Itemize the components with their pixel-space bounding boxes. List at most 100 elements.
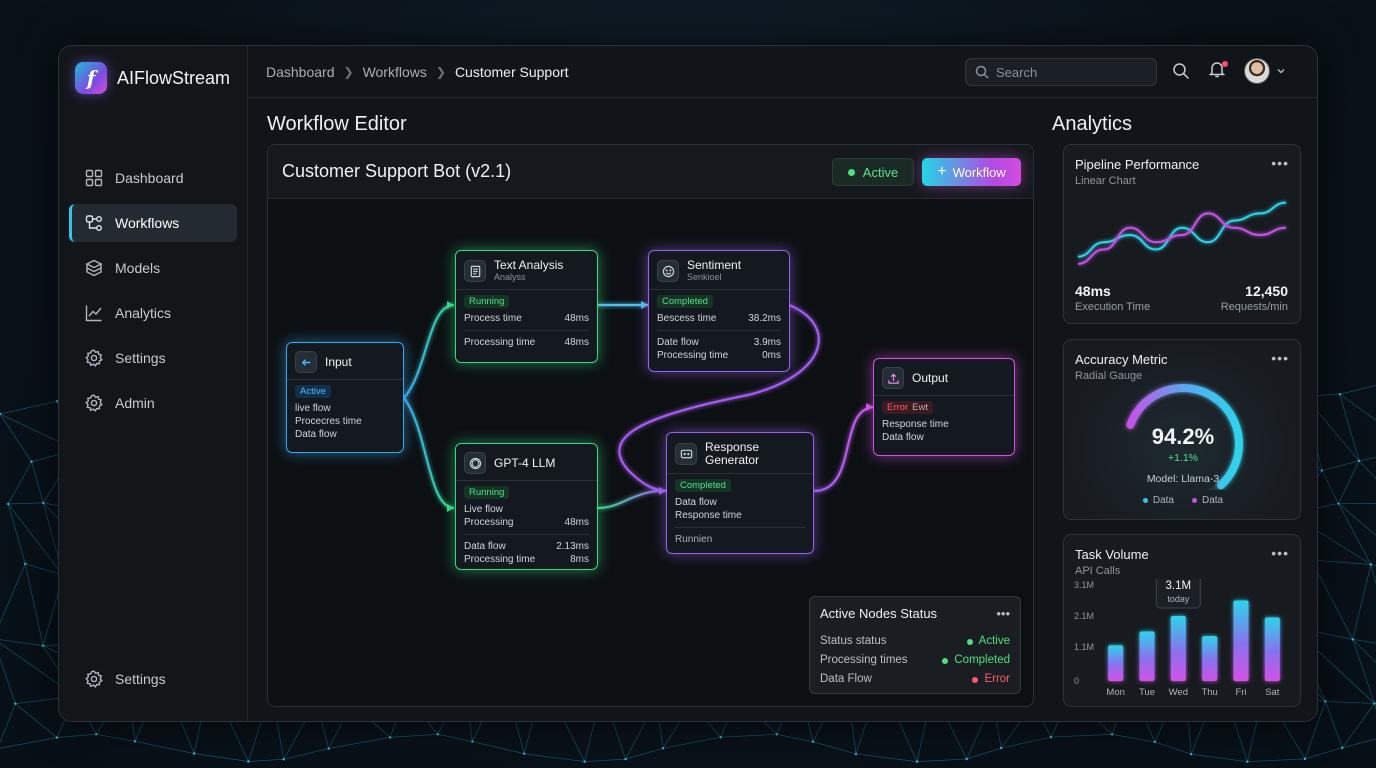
status-badge: Error Ewt <box>882 401 933 414</box>
node-title: GPT-4 LLM <box>494 455 556 470</box>
x-tick-label: Thu <box>1201 687 1217 698</box>
card-title: Task Volume <box>1075 547 1149 562</box>
status-badge: Completed <box>675 479 731 492</box>
mesh-node <box>282 758 285 761</box>
add-workflow-button[interactable]: + Workflow <box>922 158 1021 186</box>
brand[interactable]: f AIFlowStream <box>75 62 230 94</box>
row-label: Date flow <box>657 337 699 348</box>
document-icon <box>464 260 486 282</box>
brand-logo: f <box>75 62 107 94</box>
sidebar-item-label: Admin <box>115 395 155 411</box>
more-icon[interactable]: ••• <box>996 606 1010 621</box>
breadcrumb-item[interactable]: Workflows <box>363 64 427 80</box>
sidebar-bottom: Settings <box>69 660 237 705</box>
sidebar-item-analytics[interactable]: Analytics <box>69 294 237 332</box>
node-header: Input <box>287 343 403 380</box>
chevron-down-icon <box>1277 68 1285 74</box>
status-panel-header: Active Nodes Status ••• <box>820 606 1010 621</box>
status-panel-title: Active Nodes Status <box>820 606 938 621</box>
more-icon[interactable]: ••• <box>1271 350 1289 366</box>
node-sentiment[interactable]: Sentiment Senkioel Completed Bescess tim… <box>648 250 790 372</box>
search-input[interactable]: Search <box>965 58 1157 86</box>
mesh-edge <box>194 753 249 762</box>
mesh-node <box>1320 469 1324 472</box>
mesh-node <box>14 702 17 705</box>
node-footer: Runnien <box>675 534 713 545</box>
mesh-node <box>1373 702 1376 705</box>
sidebar-item-label: Dashboard <box>115 170 184 186</box>
mesh-node <box>624 757 627 761</box>
node-subtitle: Senkioel <box>687 272 722 282</box>
gear-icon <box>85 394 103 412</box>
mesh-edge <box>812 741 857 755</box>
node-line: Data flow <box>675 497 717 508</box>
mesh-edge <box>917 758 967 762</box>
gear-icon <box>85 670 103 688</box>
mesh-edge <box>390 733 438 738</box>
user-menu[interactable] <box>1244 58 1286 84</box>
top-actions <box>1172 58 1286 84</box>
x-tick-label: Fri <box>1235 687 1246 698</box>
mesh-edge <box>0 639 44 647</box>
mesh-edge <box>625 747 664 760</box>
sidebar-item-admin[interactable]: Admin <box>69 384 237 422</box>
cube-icon <box>85 259 103 277</box>
task-volume-card: Task Volume API Calls ••• 0 1.1M 2.1M 3.1M M… <box>1063 534 1301 707</box>
active-status-button[interactable]: Active <box>832 158 914 186</box>
node-header: Output <box>874 359 1014 396</box>
node-body: Running Process time 48ms Processing time… <box>456 290 597 354</box>
node-input[interactable]: Input Active live flow Procecres time Da… <box>286 342 404 453</box>
mesh-edge <box>1154 741 1192 755</box>
status-dot <box>972 676 979 683</box>
workflow-canvas[interactable]: Input Active live flow Procecres time Da… <box>268 200 1033 706</box>
task-volume-bar-chart: 0 1.1M 2.1M 3.1M Mon Tue Wed Thu Fri Sat 3.1M today <box>1074 579 1280 698</box>
workflow-title: Customer Support Bot (v2.1) <box>282 161 512 181</box>
breadcrumb-item[interactable]: Dashboard <box>266 64 335 80</box>
tooltip-value: 3.1M <box>1166 580 1192 592</box>
node-body: Error Ewt Response time Data flow <box>874 396 1014 449</box>
divider <box>657 330 781 331</box>
execution-time-value: 48ms <box>1075 283 1111 299</box>
mesh-node <box>24 562 27 566</box>
node-row: Processing time 48ms <box>464 336 589 349</box>
node-subtitle: Analyss <box>494 272 526 282</box>
smile-icon <box>657 260 679 282</box>
bar-sat <box>1264 617 1280 681</box>
mesh-node <box>583 760 586 763</box>
card-header: Accuracy Metric Radial Gauge ••• <box>1075 350 1289 382</box>
mesh-edge <box>31 461 44 503</box>
mesh-edge <box>1051 734 1113 738</box>
node-line: live flow <box>295 403 331 414</box>
mesh-node <box>95 733 98 736</box>
mesh-edge <box>1321 460 1360 471</box>
node-line: Procecres time <box>295 416 362 427</box>
bar-mon <box>1108 645 1124 681</box>
mesh-edge <box>524 753 585 762</box>
row-label: Data flow <box>464 541 506 552</box>
topbar: Dashboard ❯ Workflows ❯ Customer Support… <box>248 46 1317 98</box>
sidebar-item-workflows[interactable]: Workflows <box>69 204 237 242</box>
node-output[interactable]: Output Error Ewt Response time Data flow <box>873 358 1015 456</box>
badge-extra: Ewt <box>912 402 928 413</box>
node-header: GPT-4 LLM <box>456 444 597 481</box>
arrow-left-icon <box>295 351 317 373</box>
sidebar-item-settings[interactable]: Settings <box>69 339 237 377</box>
sidebar-item-settings-bottom[interactable]: Settings <box>69 660 237 698</box>
mesh-node <box>1351 638 1354 641</box>
sidebar-nav: Dashboard Workflows Models Analytics Set… <box>69 159 237 429</box>
more-icon[interactable]: ••• <box>1271 545 1289 561</box>
node-gpt-4-llm[interactable]: GPT-4 LLM Running Live flow Processing 48… <box>455 443 598 570</box>
more-icon[interactable]: ••• <box>1271 155 1289 171</box>
bar-tue <box>1139 631 1155 681</box>
node-response-generator[interactable]: Response Generator Completed Data flow R… <box>666 432 814 554</box>
search-placeholder: Search <box>996 64 1038 80</box>
node-text-analysis[interactable]: Text Analysis Analyss Running Process ti… <box>455 250 598 363</box>
node-line: Data flow <box>882 432 924 443</box>
sidebar-item-dashboard[interactable]: Dashboard <box>69 159 237 197</box>
bar-tooltip: 3.1M today <box>1155 579 1201 609</box>
notifications-button[interactable] <box>1208 60 1228 83</box>
mesh-edge <box>1342 738 1376 749</box>
search-icon[interactable] <box>1172 62 1190 80</box>
sidebar-item-models[interactable]: Models <box>69 249 237 287</box>
mesh-edge <box>1358 460 1376 480</box>
